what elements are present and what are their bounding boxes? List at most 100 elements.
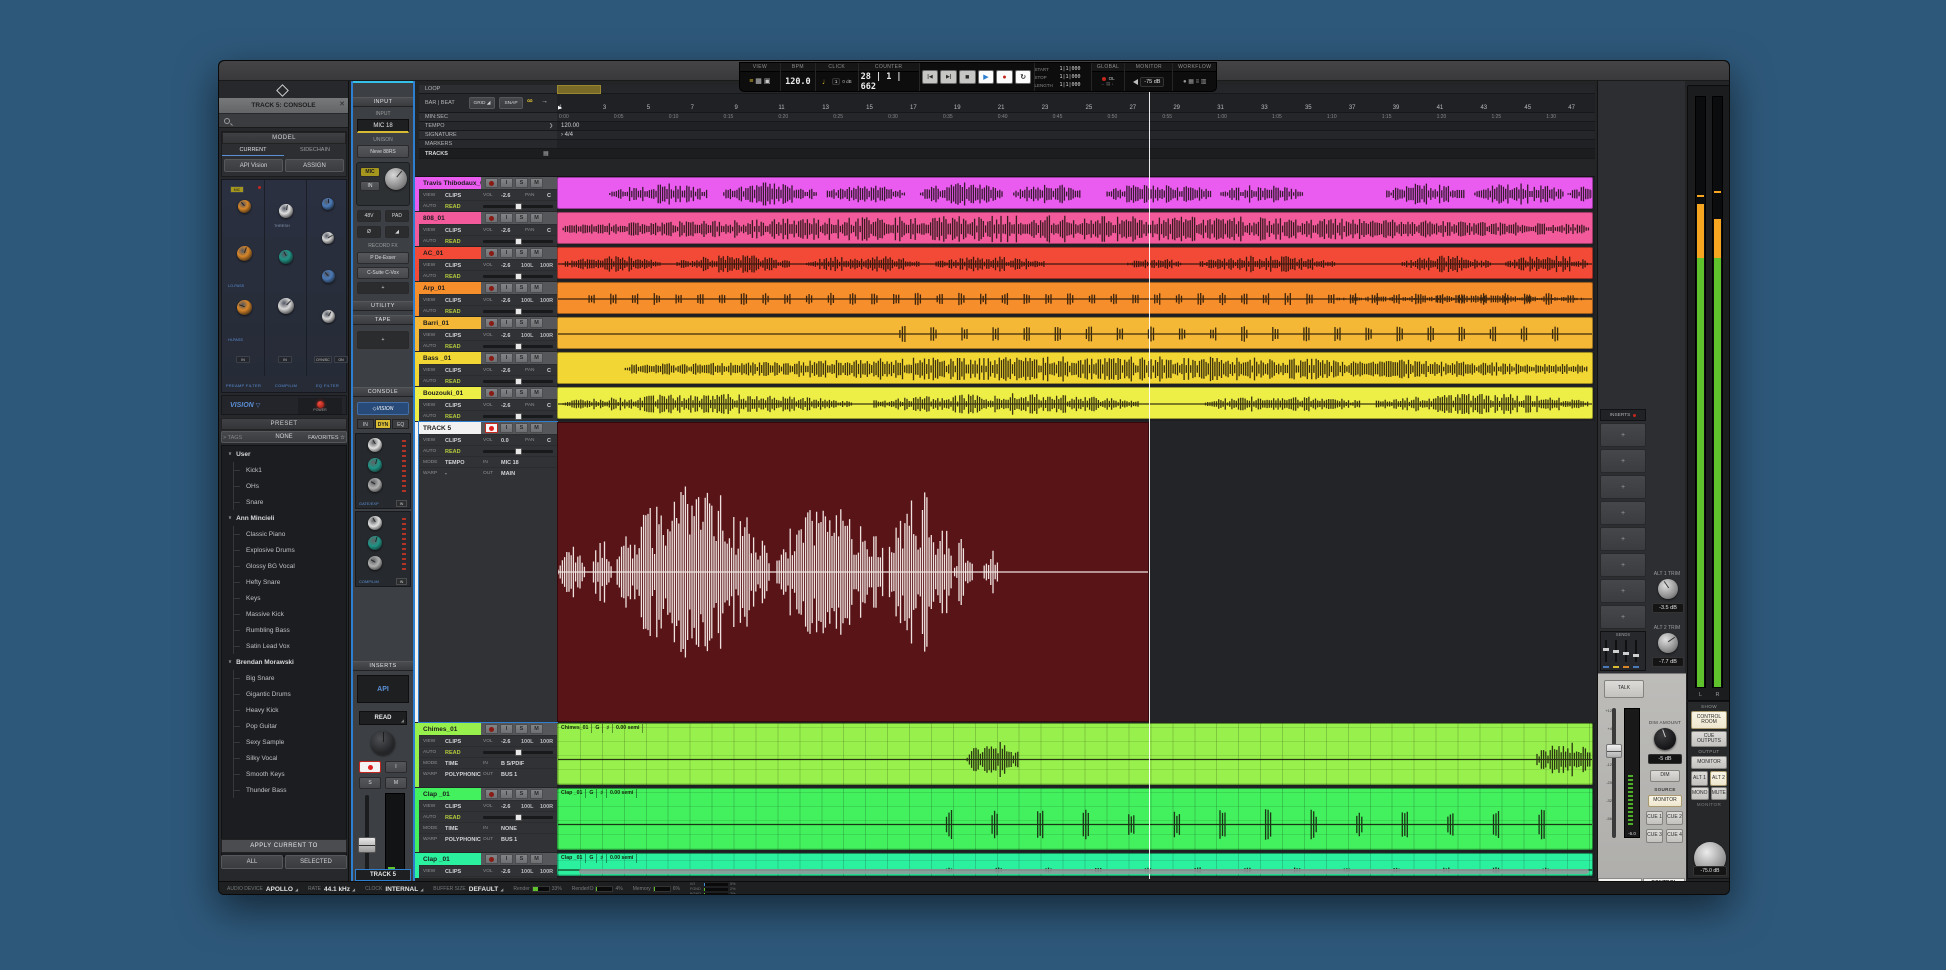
in-chip[interactable]: IN: [236, 356, 250, 363]
track-name[interactable]: Bouzouki_01: [419, 387, 481, 399]
dyn-knob[interactable]: [368, 536, 382, 550]
plugin-knob-9[interactable]: [322, 310, 335, 323]
lowcut-filter-button[interactable]: ◢: [385, 226, 409, 238]
track-mute-button[interactable]: M: [530, 423, 543, 433]
preset-item[interactable]: Rumbling Bass: [222, 622, 346, 638]
pan-left-value[interactable]: 100L: [521, 333, 534, 339]
track-name[interactable]: Arp_01: [419, 282, 481, 294]
monitor-level-value[interactable]: -75 dB: [1140, 77, 1164, 87]
track-solo-button[interactable]: S: [515, 854, 528, 864]
pan-right-value[interactable]: 100R: [540, 804, 553, 810]
track-name[interactable]: Chimes_01: [419, 723, 481, 735]
preset-item[interactable]: Snare: [222, 494, 346, 510]
snap-link-icon[interactable]: ∞: [527, 96, 533, 105]
tracks-row-header[interactable]: TRACKS: [419, 149, 557, 159]
fader-track[interactable]: [365, 795, 369, 875]
auto-value[interactable]: READ: [445, 414, 461, 420]
track-lane[interactable]: [557, 212, 1595, 246]
assign-button[interactable]: ASSIGN: [285, 159, 344, 172]
playhead[interactable]: [1149, 85, 1150, 879]
in-value[interactable]: NONE: [501, 826, 517, 832]
cue1-button[interactable]: CUE 1: [1646, 811, 1663, 825]
track-lane[interactable]: [557, 177, 1595, 211]
click-count-badge[interactable]: 1: [832, 78, 841, 85]
track-list-view-icon[interactable]: ▦: [543, 150, 549, 157]
master-insert-slot[interactable]: +: [1600, 475, 1646, 499]
pan-slider-handle[interactable]: [515, 203, 522, 210]
vol-value[interactable]: -2.6: [501, 228, 510, 234]
pan-slider-handle[interactable]: [515, 343, 522, 350]
pan-slider-handle[interactable]: [515, 238, 522, 245]
apply-all-button[interactable]: ALL: [221, 855, 283, 869]
tape-add-slot[interactable]: +: [357, 331, 409, 349]
auto-value[interactable]: READ: [445, 274, 461, 280]
vol-value[interactable]: -2.6: [501, 869, 510, 875]
mute-button[interactable]: M: [385, 777, 407, 789]
track-input-monitor-button[interactable]: I: [500, 283, 513, 293]
track-mute-button[interactable]: M: [530, 178, 543, 188]
bpm-value[interactable]: 120.0: [781, 72, 815, 91]
track-name[interactable]: Bass _01: [419, 352, 481, 364]
loop-length-field[interactable]: LENGTH1|1|000: [1035, 81, 1091, 89]
view-value[interactable]: CLIPS: [445, 368, 461, 374]
master-insert-slot[interactable]: +: [1600, 579, 1646, 603]
recording-clip[interactable]: [557, 422, 1149, 722]
track-record-arm-button[interactable]: [485, 724, 498, 734]
track-mute-button[interactable]: M: [530, 724, 543, 734]
loop-button[interactable]: ↻: [1015, 70, 1032, 84]
dyn-knob[interactable]: [368, 556, 382, 570]
timeline-row-signature[interactable]: SIGNATURE: [419, 131, 557, 140]
follow-playhead-icon[interactable]: →: [541, 98, 548, 105]
cue4-button[interactable]: CUE 4: [1666, 829, 1683, 843]
mic-mode-button[interactable]: MIC: [360, 167, 380, 177]
track-record-arm-button[interactable]: [485, 213, 498, 223]
comp-lim-panel[interactable]: COMP/LIMIN: [355, 511, 411, 587]
horizontal-scrollbar[interactable]: [579, 869, 1589, 874]
status-item-value[interactable]: INTERNAL: [385, 886, 418, 893]
insert-slot-api[interactable]: API: [357, 675, 409, 703]
dynsc-chip[interactable]: DYN/SC: [314, 356, 332, 363]
counter-value[interactable]: 28 | 1 | 662: [859, 72, 919, 92]
pan-right-value[interactable]: 100R: [540, 333, 553, 339]
view-window-icon[interactable]: ▣: [764, 78, 771, 85]
track-input-monitor-button[interactable]: I: [500, 388, 513, 398]
track-header[interactable]: Travis Thibodaux_01ISMVIEWCLIPSVOL-2.6PA…: [419, 177, 557, 211]
auto-value[interactable]: READ: [445, 750, 461, 756]
pad-button[interactable]: PAD: [385, 210, 409, 222]
show-cue-outputs-button[interactable]: CUE OUTPUTS: [1691, 731, 1727, 747]
preset-item[interactable]: Gigantic Drums: [222, 686, 346, 702]
pan-right-value[interactable]: 100R: [540, 739, 553, 745]
pan-slider-handle[interactable]: [515, 413, 522, 420]
workflow-icons[interactable]: ● ▦ ≡ ▥: [1173, 72, 1216, 91]
vol-value[interactable]: -2.6: [501, 368, 510, 374]
track-solo-button[interactable]: S: [515, 388, 528, 398]
mute-output-button[interactable]: MUTE: [1711, 787, 1727, 800]
gate-exp-panel[interactable]: GATE/EXPIN: [355, 433, 411, 509]
track-lane[interactable]: [557, 387, 1595, 421]
input-monitor-button[interactable]: I: [385, 761, 407, 773]
tempo-value[interactable]: 120.00: [561, 123, 579, 129]
dyn-knob[interactable]: [368, 516, 382, 530]
mode-value[interactable]: TIME: [445, 761, 458, 767]
track-record-arm-button[interactable]: [485, 353, 498, 363]
on-chip[interactable]: ON: [334, 356, 348, 363]
vol-value[interactable]: -2.6: [501, 804, 510, 810]
auto-value[interactable]: READ: [445, 239, 461, 245]
track-name[interactable]: Clap _01: [419, 788, 481, 800]
audio-clip[interactable]: [557, 177, 1593, 209]
master-insert-slot[interactable]: +: [1600, 553, 1646, 577]
send-fader[interactable]: [1605, 640, 1607, 662]
plugin-knob-4[interactable]: [279, 250, 293, 264]
audio-clip[interactable]: Chimes_01G♯0.00 semi: [557, 723, 1593, 785]
auto-value[interactable]: READ: [445, 309, 461, 315]
unison-plugin-button[interactable]: Neve 88RS: [357, 145, 409, 158]
pan-slider-handle[interactable]: [515, 814, 522, 821]
automation-mode-button[interactable]: READ◢: [359, 711, 407, 725]
pan-left-value[interactable]: 100L: [521, 804, 534, 810]
status-rate[interactable]: RATE44.1 kHz◢: [308, 886, 355, 893]
input-source-field[interactable]: MIC 18: [357, 119, 409, 133]
track-name[interactable]: TRACK 5: [419, 422, 481, 434]
plugin-knob-5[interactable]: [278, 298, 294, 314]
fader-cap[interactable]: [358, 837, 376, 853]
output-monitor-button[interactable]: MONITOR: [1691, 756, 1727, 769]
